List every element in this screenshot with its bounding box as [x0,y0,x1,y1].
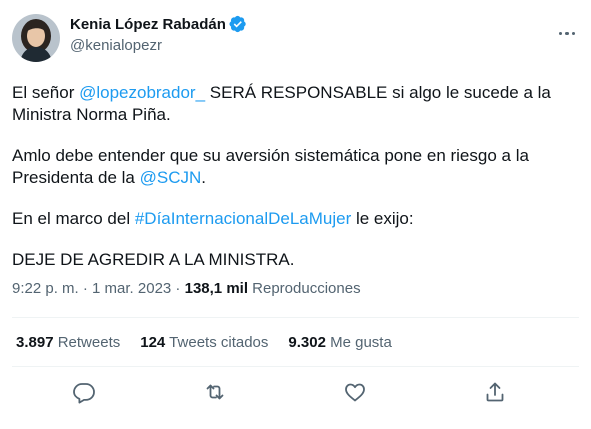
likes-label: Me gusta [325,334,392,351]
share-icon[interactable] [483,380,507,404]
verified-badge-icon [229,15,246,33]
retweet-icon[interactable] [203,380,227,404]
tweet-actions [0,374,591,410]
tweet-paragraph-4: DEJE DE AGREDIR A LA MINISTRA. [12,250,295,269]
text: . [201,168,206,187]
quotes-label: Tweets citados [165,334,269,351]
tweet-date[interactable]: 1 mar. 2023 [92,280,171,297]
quotes-count: 124 [140,334,166,351]
tweet-meta: 9:22 p. m. · 1 mar. 2023 · 138,1 mil Rep… [12,280,361,297]
avatar[interactable] [12,14,60,62]
text: El señor [12,83,80,102]
views-count: 138,1 mil [184,280,248,297]
text: En el marco del [12,209,135,228]
divider [12,366,579,367]
hashtag-link[interactable]: #DíaInternacionalDeLaMujer [135,209,351,228]
views-label: Reproducciones [248,280,361,297]
tweet-stats: 3.897 Retweets 124 Tweets citados 9.302 Me… [16,334,412,351]
tweet-time[interactable]: 9:22 p. m. [12,280,79,297]
separator: · [78,280,93,297]
like-icon[interactable] [343,380,367,404]
tweet-card: Kenia López Rabadán @kenialopezr El seño… [0,0,591,429]
retweets-stat[interactable]: 3.897 Retweets [16,334,120,351]
mention-link[interactable]: @SCJN [140,168,202,187]
separator: · [171,280,185,297]
author-handle[interactable]: @kenialopezr [70,37,162,54]
quotes-stat[interactable]: 124 Tweets citados [140,334,268,351]
likes-stat[interactable]: 9.302 Me gusta [288,334,391,351]
tweet-paragraph-1: El señor @lopezobrador_ SERÁ RESPONSABLE… [12,82,572,126]
likes-count: 9.302 [288,334,326,351]
retweets-count: 3.897 [16,334,54,351]
text: le exijo: [351,209,414,228]
text: Amlo debe entender que su aversión siste… [12,146,529,187]
tweet-text: El señor @lopezobrador_ SERÁ RESPONSABLE… [12,82,572,290]
tweet-paragraph-2: Amlo debe entender que su aversión siste… [12,145,572,189]
retweets-label: Retweets [53,334,121,351]
author-name[interactable]: Kenia López Rabadán [70,16,226,33]
reply-icon[interactable] [72,380,96,404]
tweet-paragraph-3: En el marco del #DíaInternacionalDeLaMuj… [12,208,572,230]
divider [12,317,579,318]
avatar-image [12,14,60,62]
mention-link[interactable]: @lopezobrador_ [79,83,205,102]
author-name-row: Kenia López Rabadán [70,15,247,33]
more-options-icon[interactable] [557,22,577,35]
